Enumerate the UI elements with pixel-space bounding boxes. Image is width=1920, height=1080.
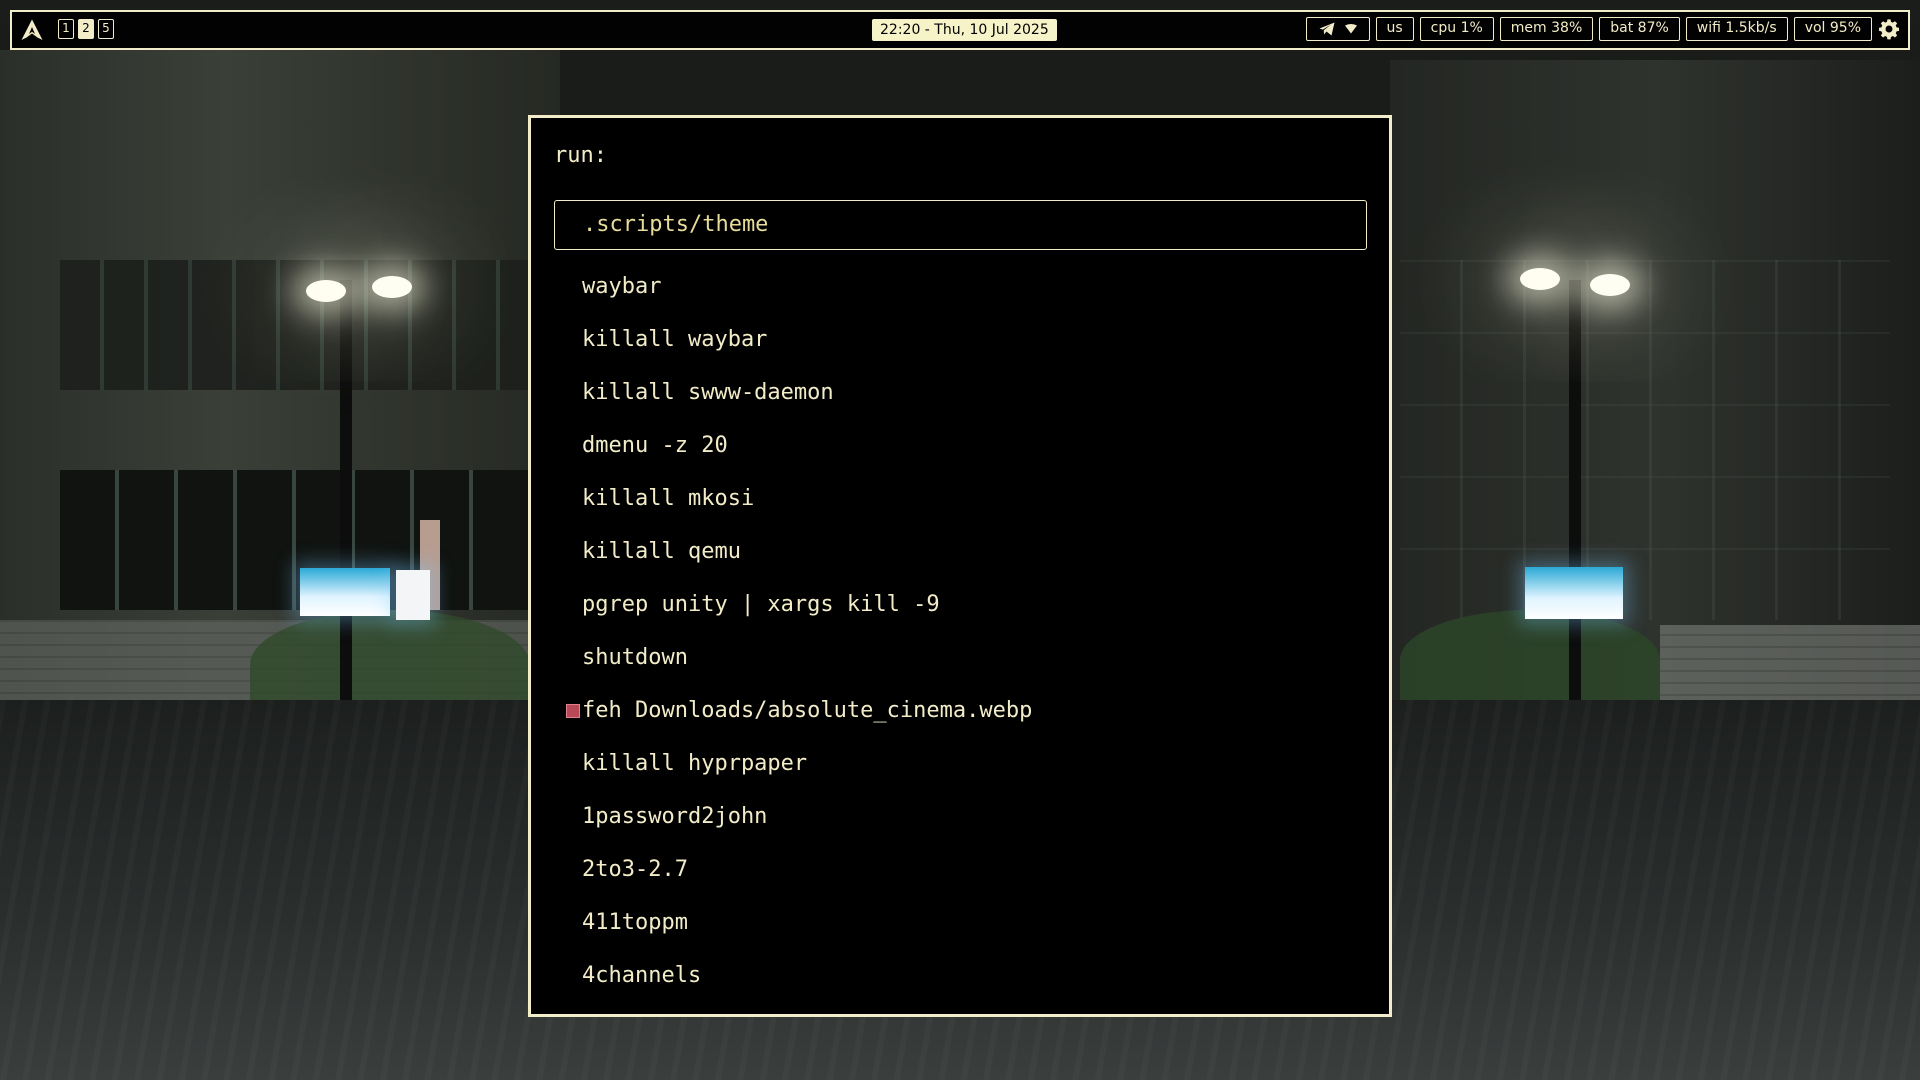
result-label: killall hyprpaper (582, 751, 808, 776)
result-label: shutdown (582, 645, 688, 670)
launcher-results-list: waybar killall waybar killall swww-daemo… (554, 260, 1367, 1002)
street-lamp-light (1520, 268, 1560, 290)
launcher-result-item[interactable]: 411toppm (554, 896, 1367, 949)
cpu-usage[interactable]: cpu 1% (1419, 17, 1494, 41)
result-label: feh Downloads/absolute_cinema.webp (582, 698, 1033, 723)
street-lamp-light (372, 276, 412, 298)
wifi-speed[interactable]: wifi 1.5kb/s (1685, 17, 1788, 41)
launcher-prompt: run: (554, 143, 607, 168)
result-label: waybar (582, 274, 662, 299)
status-modules: us cpu 1% mem 38% bat 87% wifi 1.5kb/s v… (1305, 17, 1901, 41)
volume-level[interactable]: vol 95% (1793, 17, 1872, 41)
street-lamp-light (306, 280, 346, 302)
result-label: killall qemu (582, 539, 741, 564)
clock[interactable]: 22:20 - Thu, 10 Jul 2025 (872, 19, 1057, 41)
image-marker-icon (566, 704, 580, 718)
launcher-result-item[interactable]: pgrep unity | xargs kill -9 (554, 578, 1367, 631)
result-label: 1password2john (582, 804, 768, 829)
status-bar: 1 2 5 22:20 - Thu, 10 Jul 2025 us cpu 1%… (10, 10, 1910, 50)
hedge-right (1400, 610, 1660, 710)
lit-sign-right (1525, 567, 1623, 619)
launcher-result-item[interactable]: killall qemu (554, 525, 1367, 578)
battery-status[interactable]: bat 87% (1599, 17, 1680, 41)
launcher-result-item[interactable]: dmenu -z 20 (554, 419, 1367, 472)
keyboard-layout[interactable]: us (1375, 17, 1414, 41)
launcher-result-item[interactable]: 1password2john (554, 790, 1367, 843)
lit-sign-left-panel (396, 570, 430, 620)
workspace-button-2[interactable]: 2 (78, 19, 94, 39)
launcher-result-item[interactable]: killall hyprpaper (554, 737, 1367, 790)
wifi-tray-icon[interactable] (1344, 24, 1357, 34)
launcher-result-item[interactable]: waybar (554, 260, 1367, 313)
result-label: 2to3-2.7 (582, 857, 688, 882)
result-label: dmenu -z 20 (582, 433, 728, 458)
building-left-windows (60, 260, 540, 390)
launcher-result-item[interactable]: feh Downloads/absolute_cinema.webp (554, 684, 1367, 737)
workspace-switcher: 1 2 5 (58, 19, 114, 39)
result-label: killall mkosi (582, 486, 755, 511)
street-lamp-light (1590, 274, 1630, 296)
system-tray (1305, 17, 1370, 41)
launcher-result-item[interactable]: shutdown (554, 631, 1367, 684)
workspace-button-1[interactable]: 1 (58, 19, 74, 39)
result-label: killall waybar (582, 327, 768, 352)
gear-icon[interactable] (1878, 18, 1900, 40)
telegram-icon[interactable] (1319, 22, 1335, 36)
street-lamp-pole-right (1569, 280, 1581, 700)
result-label: pgrep unity | xargs kill -9 (582, 592, 940, 617)
result-label: 411toppm (582, 910, 688, 935)
launcher-result-item[interactable]: killall waybar (554, 313, 1367, 366)
workspace-button-5[interactable]: 5 (98, 19, 114, 39)
street-lamp-pole-left (340, 280, 352, 700)
memory-usage[interactable]: mem 38% (1499, 17, 1594, 41)
lit-sign-left (300, 568, 390, 616)
result-label: killall swww-daemon (582, 380, 834, 405)
launcher-result-item[interactable]: 2to3-2.7 (554, 843, 1367, 896)
result-label: 4channels (582, 963, 702, 988)
launcher-result-item[interactable]: killall mkosi (554, 472, 1367, 525)
launcher-selected-entry[interactable]: .scripts/theme (554, 200, 1367, 250)
building-right-facade (1400, 260, 1890, 620)
launcher-result-item[interactable]: 4channels (554, 949, 1367, 1002)
arch-logo-icon[interactable] (20, 18, 44, 42)
run-launcher: run: .scripts/theme waybar killall wayba… (528, 115, 1392, 1017)
launcher-result-item[interactable]: killall swww-daemon (554, 366, 1367, 419)
